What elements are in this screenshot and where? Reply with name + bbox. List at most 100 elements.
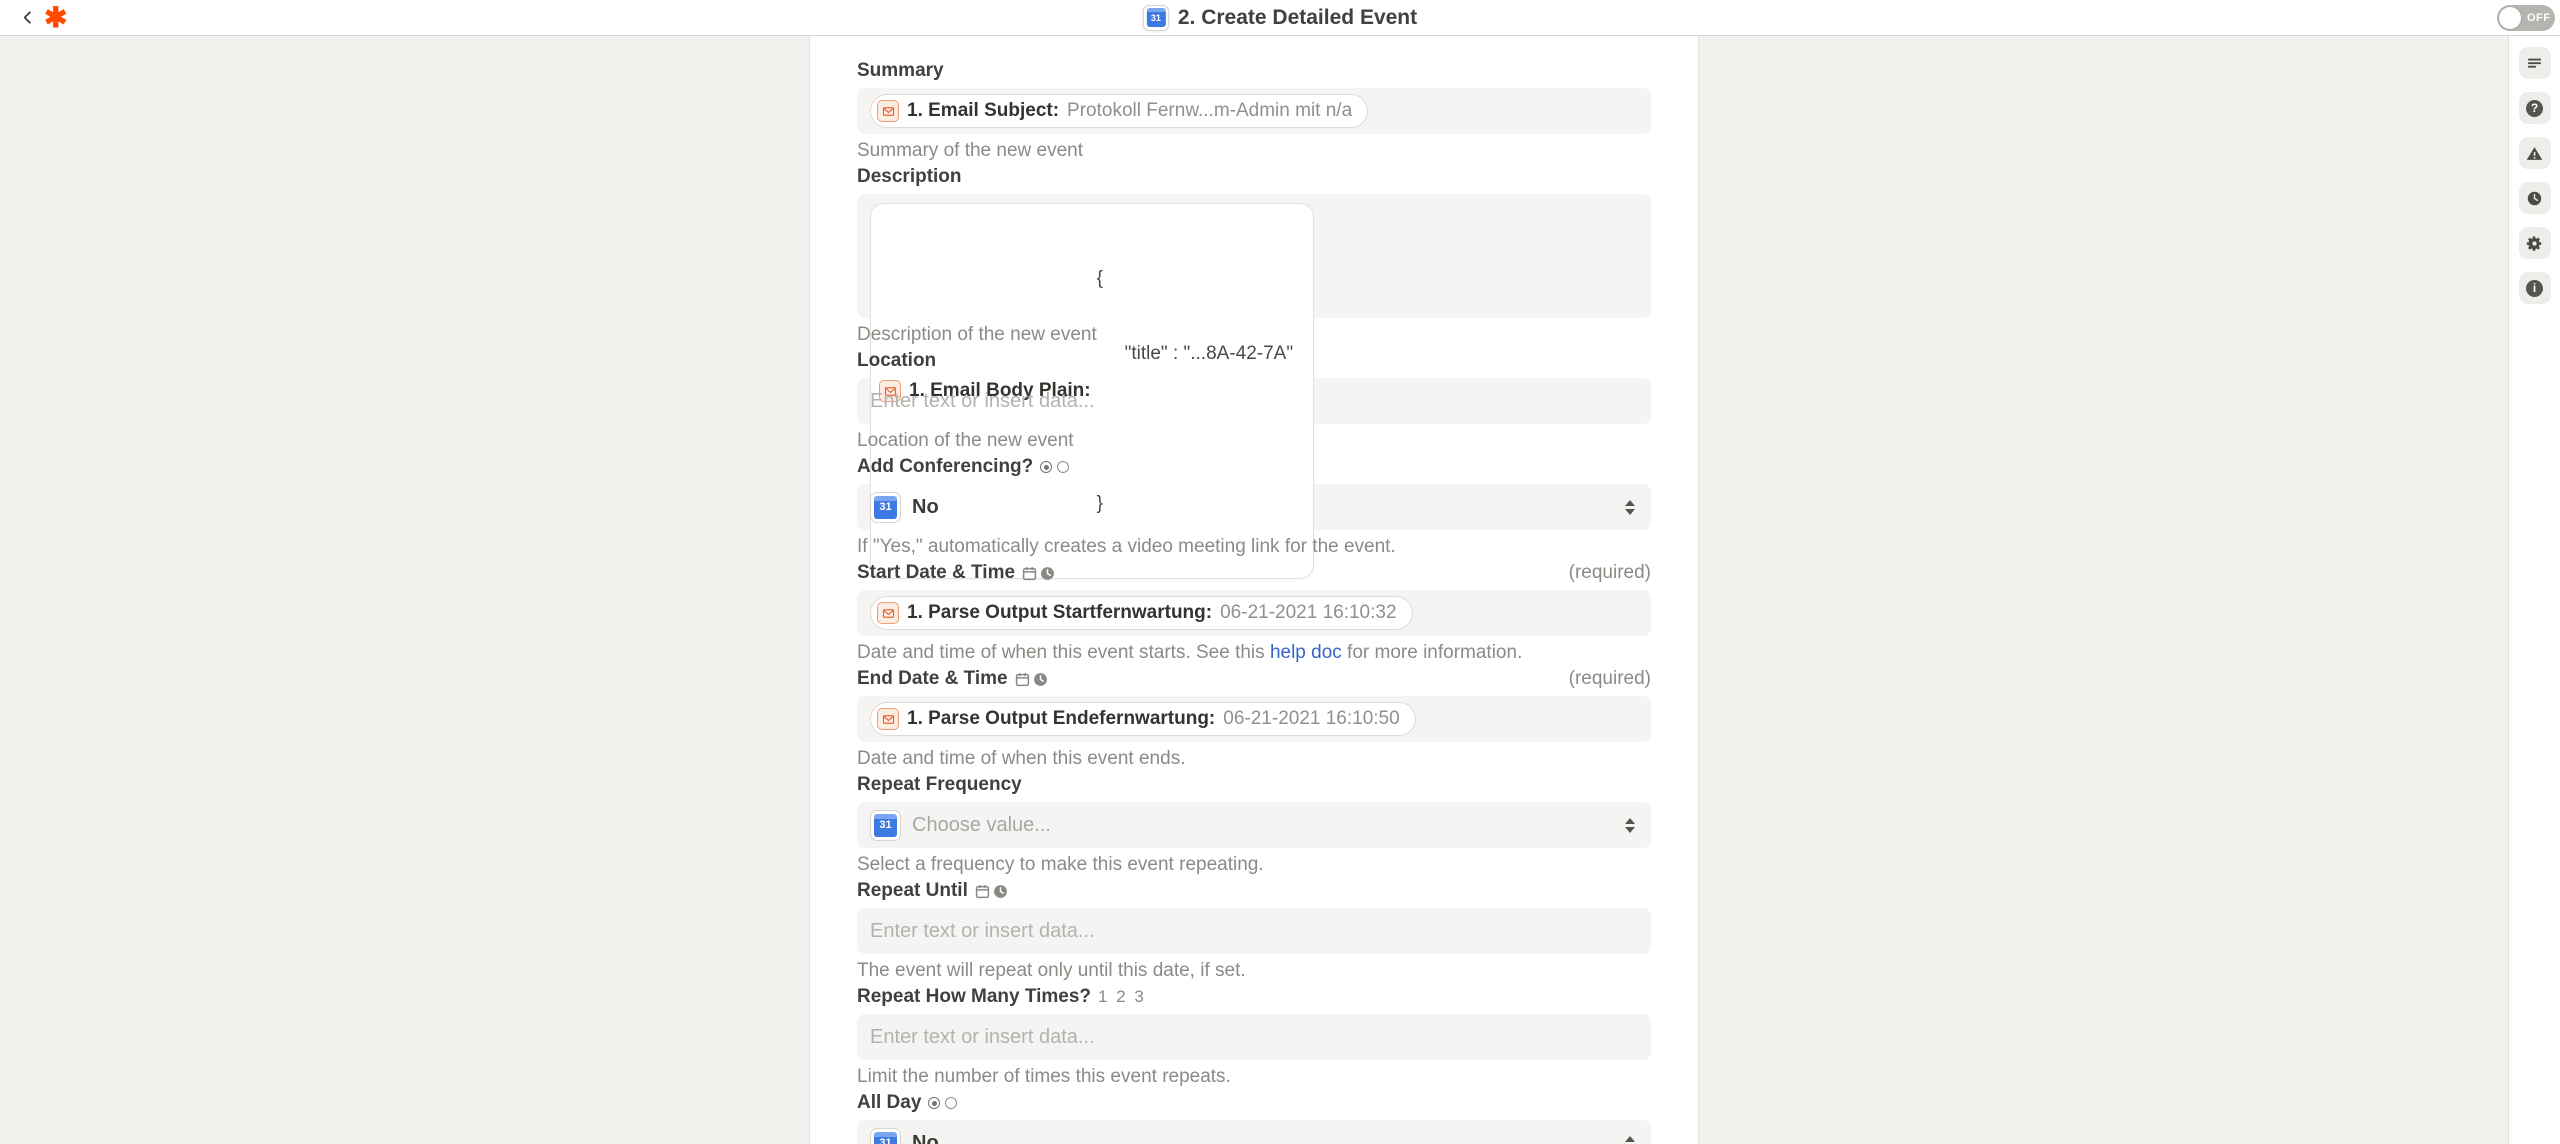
field-helper: Summary of the new event <box>857 141 1651 161</box>
issues-button[interactable] <box>2519 137 2551 169</box>
mapped-data-token[interactable]: 1. Parse Output Endefernwartung: 06-21-2… <box>870 702 1416 736</box>
warning-icon <box>2526 145 2543 162</box>
radio-selected-icon <box>928 1097 940 1109</box>
fields-panel-button[interactable] <box>2519 47 2551 79</box>
mapped-data-token[interactable]: 1. Parse Output Startfernwartung: 06-21-… <box>870 596 1413 630</box>
field-helper: The event will repeat only until this da… <box>857 961 1651 981</box>
top-bar: ✱ 31 2. Create Detailed Event OFF <box>0 0 2560 36</box>
repeat-until-input-wrap <box>857 908 1651 954</box>
numeric-type-hint: 1 2 3 <box>1098 987 1146 1007</box>
radio-selected-icon <box>1040 461 1052 473</box>
help-button[interactable]: ? <box>2519 92 2551 124</box>
end-datetime-input[interactable]: 1. Parse Output Endefernwartung: 06-21-2… <box>857 696 1651 742</box>
field-label: Repeat Frequency <box>857 774 1022 796</box>
token-source-label: 1. Parse Output Startfernwartung: <box>907 602 1212 624</box>
step-title-group: 31 2. Create Detailed Event <box>1143 5 1417 31</box>
select-placeholder: Choose value... <box>912 814 1051 837</box>
main-area: Summary 1. Email Subject: Protokoll Fern… <box>0 36 2560 1144</box>
field-label: Repeat How Many Times? <box>857 986 1091 1008</box>
help-doc-link[interactable]: help doc <box>1270 642 1342 663</box>
location-input[interactable] <box>870 390 1638 413</box>
repeat-until-input[interactable] <box>870 920 1638 943</box>
datetime-type-icons <box>1015 672 1048 687</box>
field-helper: Limit the number of times this event rep… <box>857 1067 1651 1087</box>
field-mode-toggle[interactable] <box>928 1097 957 1109</box>
field-label: Summary <box>857 60 944 82</box>
content-area: Summary 1. Email Subject: Protokoll Fern… <box>0 36 2508 1144</box>
zapier-logo-icon[interactable]: ✱ <box>44 4 67 32</box>
field-label: Repeat Until <box>857 880 968 902</box>
field-mode-toggle[interactable] <box>1040 461 1069 473</box>
field-helper: Select a frequency to make this event re… <box>857 855 1651 875</box>
radio-unselected-icon <box>1057 461 1069 473</box>
token-value: 06-21-2021 16:10:50 <box>1223 708 1399 730</box>
repeat-frequency-select[interactable]: 31 Choose value... <box>857 802 1651 848</box>
details-button[interactable]: i <box>2519 272 2551 304</box>
right-icon-rail: ? i <box>2508 36 2560 1144</box>
field-label: Add Conferencing? <box>857 456 1033 478</box>
field-label: End Date & Time <box>857 668 1008 690</box>
gear-icon <box>2526 235 2543 252</box>
toggle-label: OFF <box>2527 12 2551 24</box>
select-stepper-icon <box>1625 818 1638 833</box>
datetime-type-icons <box>975 884 1008 899</box>
clock-icon <box>1033 672 1048 687</box>
datetime-type-icons <box>1022 566 1055 581</box>
field-all-day: All Day 31 No <box>857 1092 1651 1144</box>
google-calendar-icon: 31 <box>870 492 901 523</box>
token-source-label: 1. Parse Output Endefernwartung: <box>907 708 1215 730</box>
select-stepper-icon <box>1625 1136 1638 1144</box>
all-day-select[interactable]: 31 No <box>857 1120 1651 1144</box>
field-repeat-count: Repeat How Many Times? 1 2 3 Limit the n… <box>857 986 1651 1087</box>
summary-input[interactable]: 1. Email Subject: Protokoll Fernw...m-Ad… <box>857 88 1651 134</box>
select-stepper-icon <box>1625 500 1638 515</box>
repeat-count-input[interactable] <box>870 1026 1638 1049</box>
field-helper: Date and time of when this event starts.… <box>857 643 1651 663</box>
required-badge: (required) <box>1569 668 1651 690</box>
action-form-panel: Summary 1. Email Subject: Protokoll Fern… <box>809 36 1699 1144</box>
field-label: Start Date & Time <box>857 562 1015 584</box>
description-input[interactable]: 1. Email Body Plain: { "title" : "...8A-… <box>857 194 1651 318</box>
field-label: All Day <box>857 1092 921 1114</box>
token-value: Protokoll Fernw...m-Admin mit n/a <box>1067 100 1352 122</box>
field-label: Location <box>857 350 936 372</box>
token-source-label: 1. Email Subject: <box>907 100 1059 122</box>
field-description: Description 1. Email Body Plain: { "titl… <box>857 166 1651 345</box>
field-helper: If "Yes," automatically creates a video … <box>857 537 1651 557</box>
page-title: 2. Create Detailed Event <box>1178 6 1417 30</box>
info-icon: i <box>2526 280 2543 297</box>
select-value: No <box>912 1132 939 1144</box>
start-datetime-input[interactable]: 1. Parse Output Startfernwartung: 06-21-… <box>857 590 1651 636</box>
clock-icon <box>1040 566 1055 581</box>
fields-icon <box>2526 55 2543 72</box>
history-icon <box>2526 190 2543 207</box>
field-end-datetime: End Date & Time (required) 1. Parse Outp… <box>857 668 1651 769</box>
mapped-data-token[interactable]: 1. Email Subject: Protokoll Fernw...m-Ad… <box>870 94 1368 128</box>
calendar-icon <box>1022 566 1037 581</box>
history-button[interactable] <box>2519 182 2551 214</box>
token-value: 06-21-2021 16:10:32 <box>1220 602 1396 624</box>
calendar-icon <box>1015 672 1030 687</box>
email-icon <box>877 100 899 122</box>
email-icon <box>877 708 899 730</box>
radio-unselected-icon <box>945 1097 957 1109</box>
field-repeat-frequency: Repeat Frequency 31 Choose value... Sele… <box>857 774 1651 875</box>
calendar-icon <box>975 884 990 899</box>
select-value: No <box>912 496 939 519</box>
google-calendar-icon: 31 <box>870 810 901 841</box>
toggle-knob <box>2499 7 2521 29</box>
repeat-count-input-wrap <box>857 1014 1651 1060</box>
back-button[interactable] <box>16 7 38 29</box>
clock-icon <box>993 884 1008 899</box>
settings-button[interactable] <box>2519 227 2551 259</box>
field-label: Description <box>857 166 962 188</box>
help-icon: ? <box>2526 100 2543 117</box>
google-calendar-icon: 31 <box>1143 5 1169 31</box>
field-helper: Date and time of when this event ends. <box>857 749 1651 769</box>
email-icon <box>877 602 899 624</box>
field-repeat-until: Repeat Until The event will repeat only … <box>857 880 1651 981</box>
zap-on-off-toggle[interactable]: OFF <box>2497 5 2555 31</box>
google-calendar-icon: 31 <box>870 1128 901 1144</box>
field-summary: Summary 1. Email Subject: Protokoll Fern… <box>857 60 1651 161</box>
required-badge: (required) <box>1569 562 1651 584</box>
